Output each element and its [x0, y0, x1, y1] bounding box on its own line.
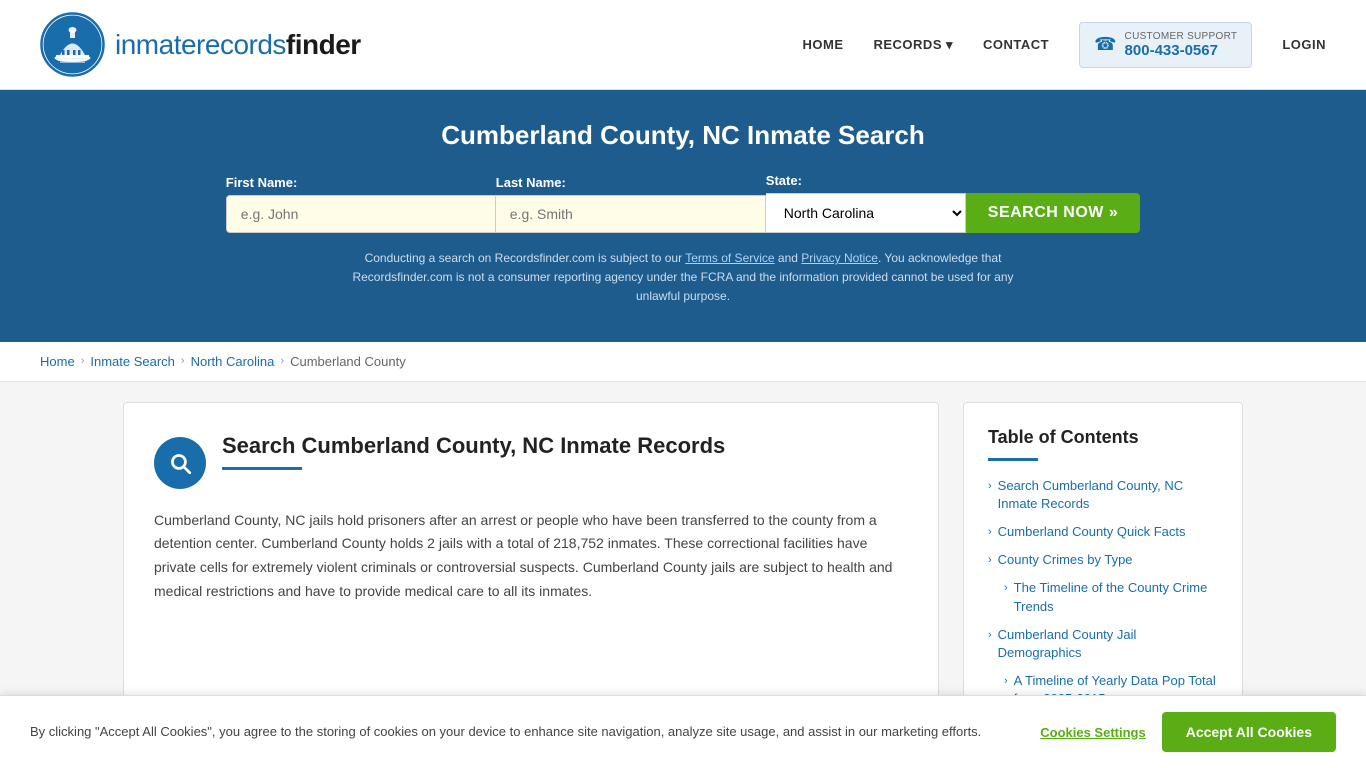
first-name-input[interactable] — [226, 195, 496, 233]
toc-link-1[interactable]: › Search Cumberland County, NC Inmate Re… — [988, 477, 1218, 513]
breadcrumb: Home › Inmate Search › North Carolina › … — [0, 342, 1366, 382]
support-info: CUSTOMER SUPPORT 800-433-0567 — [1125, 31, 1238, 59]
nav-contact[interactable]: CONTACT — [983, 37, 1049, 52]
breadcrumb-sep-2: › — [181, 355, 185, 367]
privacy-link[interactable]: Privacy Notice — [801, 251, 878, 265]
hero-section: Cumberland County, NC Inmate Search Firs… — [0, 90, 1366, 342]
breadcrumb-current: Cumberland County — [290, 354, 406, 369]
chevron-down-icon: ▾ — [946, 37, 953, 53]
breadcrumb-sep-3: › — [280, 355, 284, 367]
state-label: State: — [766, 173, 802, 188]
chevron-right-icon: › — [988, 479, 992, 494]
search-button[interactable]: SEARCH NOW » — [966, 193, 1140, 233]
logo-icon — [40, 12, 105, 77]
article-header: Search Cumberland County, NC Inmate Reco… — [154, 433, 908, 489]
header: inmaterecordsfinder HOME RECORDS ▾ CONTA… — [0, 0, 1366, 90]
logo-text: inmaterecordsfinder — [115, 29, 361, 61]
toc-link-3[interactable]: › County Crimes by Type — [988, 551, 1218, 569]
hero-title: Cumberland County, NC Inmate Search — [40, 120, 1326, 151]
customer-support-box[interactable]: ☎ CUSTOMER SUPPORT 800-433-0567 — [1079, 22, 1252, 68]
main-content: Search Cumberland County, NC Inmate Reco… — [83, 402, 1283, 744]
chevron-right-icon: › — [988, 553, 992, 568]
title-underline — [222, 467, 302, 470]
cookie-banner: By clicking "Accept All Cookies", you ag… — [0, 695, 1366, 768]
chevron-right-icon: › — [1004, 581, 1008, 596]
cookie-actions: Cookies Settings Accept All Cookies — [1040, 712, 1336, 752]
state-select[interactable]: North Carolina AlabamaAlaskaArizona Arka… — [766, 193, 966, 233]
cookie-accept-button[interactable]: Accept All Cookies — [1162, 712, 1336, 752]
logo-area: inmaterecordsfinder — [40, 12, 361, 77]
article-title: Search Cumberland County, NC Inmate Reco… — [222, 433, 725, 459]
chevron-right-icon: › — [988, 628, 992, 643]
article-section: Search Cumberland County, NC Inmate Reco… — [123, 402, 939, 744]
toc-item-1: › Search Cumberland County, NC Inmate Re… — [988, 477, 1218, 513]
toc-item-4: › The Timeline of the County Crime Trend… — [988, 579, 1218, 615]
login-button[interactable]: LOGIN — [1282, 37, 1326, 52]
main-nav: HOME RECORDS ▾ CONTACT ☎ CUSTOMER SUPPOR… — [802, 22, 1326, 68]
breadcrumb-state[interactable]: North Carolina — [191, 354, 275, 369]
cookie-settings-button[interactable]: Cookies Settings — [1040, 725, 1145, 740]
last-name-label: Last Name: — [496, 175, 566, 190]
toc-item-2: › Cumberland County Quick Facts — [988, 523, 1218, 541]
nav-records[interactable]: RECORDS ▾ — [873, 37, 953, 53]
search-icon — [154, 437, 206, 489]
chevron-right-icon: › — [1004, 674, 1008, 689]
toc-divider — [988, 458, 1038, 461]
toc-link-4[interactable]: › The Timeline of the County Crime Trend… — [1004, 579, 1218, 615]
toc-link-5[interactable]: › Cumberland County Jail Demographics — [988, 626, 1218, 662]
search-form: First Name: Last Name: State: North Caro… — [233, 173, 1133, 233]
toc-list: › Search Cumberland County, NC Inmate Re… — [988, 477, 1218, 709]
state-group: State: North Carolina AlabamaAlaskaArizo… — [766, 173, 966, 233]
toc-item-5: › Cumberland County Jail Demographics — [988, 626, 1218, 662]
article-body: Cumberland County, NC jails hold prisone… — [154, 509, 908, 604]
headset-icon: ☎ — [1094, 34, 1116, 55]
last-name-input[interactable] — [496, 195, 766, 233]
hero-disclaimer: Conducting a search on Recordsfinder.com… — [333, 249, 1033, 307]
first-name-label: First Name: — [226, 175, 298, 190]
toc-title: Table of Contents — [988, 427, 1218, 448]
toc-item-3: › County Crimes by Type — [988, 551, 1218, 569]
article-title-block: Search Cumberland County, NC Inmate Reco… — [222, 433, 725, 470]
breadcrumb-home[interactable]: Home — [40, 354, 75, 369]
nav-home[interactable]: HOME — [802, 37, 843, 52]
breadcrumb-sep-1: › — [81, 355, 85, 367]
breadcrumb-inmate-search[interactable]: Inmate Search — [90, 354, 175, 369]
last-name-group: Last Name: — [496, 175, 766, 233]
toc-link-2[interactable]: › Cumberland County Quick Facts — [988, 523, 1218, 541]
first-name-group: First Name: — [226, 175, 496, 233]
cookie-text: By clicking "Accept All Cookies", you ag… — [30, 722, 1020, 742]
terms-link[interactable]: Terms of Service — [685, 251, 774, 265]
table-of-contents: Table of Contents › Search Cumberland Co… — [963, 402, 1243, 744]
chevron-right-icon: › — [988, 525, 992, 540]
